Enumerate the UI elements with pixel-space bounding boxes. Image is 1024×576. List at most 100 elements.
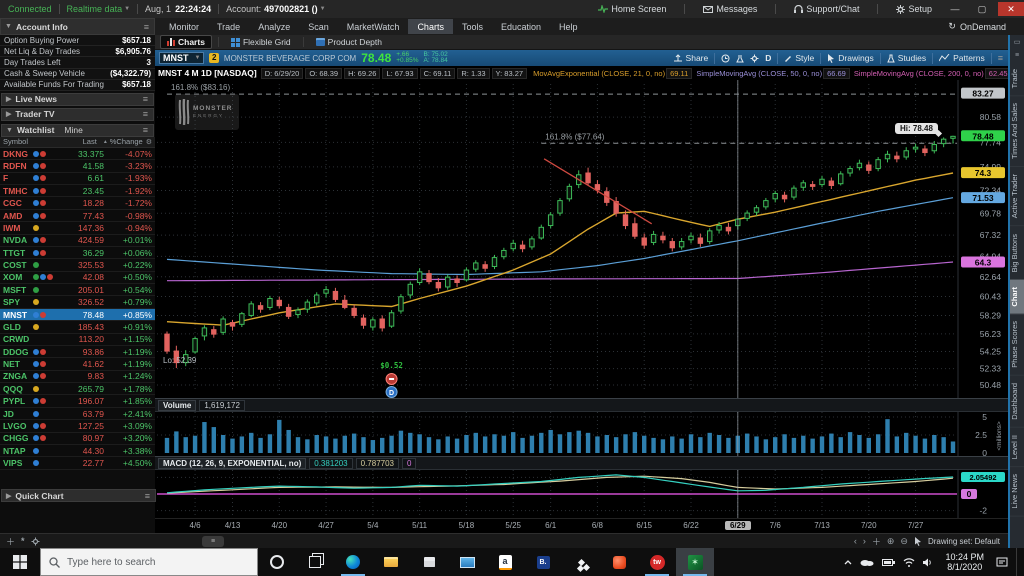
date-tick-5-18[interactable]: 5/18 [451,521,481,530]
watchlist-row-DDOG[interactable]: DDOG 93.86 +1.19% [0,345,155,359]
account-info-header[interactable]: ▼ Account Info ≡ [0,18,155,35]
watchlist-row-MSFT[interactable]: MSFT 205.01 +0.54% [0,284,155,297]
close-button[interactable]: ✕ [998,2,1024,16]
drawing-set-selector[interactable]: Drawing set: Default [928,537,1000,546]
menu-icon[interactable]: ≡ [998,53,1004,63]
date-tick-7-6[interactable]: 7/6 [760,521,790,530]
date-tick-6-15[interactable]: 6/15 [629,521,659,530]
onedrive-icon[interactable] [860,558,874,566]
menu-item-scan[interactable]: Scan [299,19,338,34]
trader-tv-section[interactable]: ▶ Trader TV ≡ [1,107,154,121]
drawings-button[interactable]: Drawings [827,53,874,63]
watchlist-row-XOM[interactable]: XOM 42.08 +0.50% [0,271,155,285]
favorites-icon[interactable]: * [21,536,25,546]
minimize-button[interactable]: — [944,2,966,16]
live-news-section[interactable]: ▶ Live News ≡ [1,92,154,106]
charts-tab[interactable]: Charts [160,35,212,49]
support-chat-button[interactable]: Support/Chat [787,4,866,14]
zoom-in-icon[interactable]: ⊕ [887,536,895,547]
home-screen-button[interactable]: Home Screen [591,4,673,14]
menu-icon[interactable]: ≡ [144,22,150,32]
volume-label[interactable]: Volume [158,399,197,411]
date-tick-4-20[interactable]: 4/20 [264,521,294,530]
menu-icon[interactable]: ≡ [145,491,151,501]
wifi-icon[interactable] [903,557,915,567]
ondemand-button[interactable]: ↻ OnDemand [948,18,1006,35]
date-tick-4-27[interactable]: 4/27 [311,521,341,530]
menu-icon[interactable]: ≡ [143,94,149,104]
task-view-icon[interactable] [296,548,334,576]
watchlist-row-PYPL[interactable]: PYPL 196.07 +1.85% [0,395,155,408]
right-tab-phase-scores[interactable]: Phase Scores [1010,314,1024,377]
battery-icon[interactable] [882,558,896,566]
right-tab-chart[interactable]: Chart [1010,279,1024,315]
right-tab-dashboard[interactable]: Dashboard [1010,376,1024,428]
product-depth-tab[interactable]: Product Depth [310,36,388,48]
right-tab-live-news[interactable]: Live News [1010,467,1024,517]
amazon-icon[interactable] [486,548,524,576]
candlestick-canvas[interactable]: 161.8% ($83.16) 161.8% ($77.64) $0.52 D 80.5… [155,80,1008,398]
layout-icon[interactable]: ▭ [1014,38,1021,46]
column-change[interactable]: %Change [110,137,143,146]
date-tick-4-13[interactable]: 4/13 [218,521,248,530]
dropbox-icon[interactable] [562,548,600,576]
date-tick-7-27[interactable]: 7/27 [901,521,931,530]
date-tick-5-25[interactable]: 5/25 [498,521,528,530]
watchlist-row-LVGO[interactable]: LVGO 127.25 +3.09% [0,420,155,433]
patterns-button[interactable]: Patterns [939,53,985,63]
right-tab-level-ii[interactable]: Level II [1010,427,1024,468]
date-tick-7-20[interactable]: 7/20 [854,521,884,530]
date-axis[interactable]: 4/6 4/13 4/20 4/27 5/4 5/11 5/18 5/25 6/1 6/8 6/15… [155,518,1008,533]
splitter-handle[interactable]: ≡ [202,536,224,547]
menu-item-charts[interactable]: Charts [408,19,453,34]
watchlist-name-dropdown[interactable]: Mine [64,125,82,135]
watchlist-row-VIPS[interactable]: VIPS 22.77 +4.50% [0,457,155,470]
symbol-input[interactable]: MNST ▼ [159,52,205,64]
alerts-badge[interactable]: 2 [209,53,219,63]
date-tick-7-13[interactable]: 7/13 [807,521,837,530]
watchlist-row-RDFN[interactable]: RDFN 41.58 -3.23% [0,160,155,173]
menu-item-trade[interactable]: Trade [208,19,249,34]
watchlist-row-NVDA[interactable]: NVDA 424.59 +0.01% [0,234,155,247]
cortana-icon[interactable] [258,548,296,576]
watchlist-row-DKNG[interactable]: DKNG 33.375 -4.07% [0,147,155,161]
thinkorswim-icon[interactable] [676,548,714,576]
speaker-icon[interactable] [923,558,933,567]
watchlist-row-CRWD[interactable]: CRWD 113.20 +1.15% [0,333,155,346]
add-button[interactable]: ＋ [6,535,15,548]
start-button[interactable] [0,548,40,576]
account-number[interactable]: 497002821 () [264,4,318,14]
date-tick-6-29[interactable]: 6/29 [724,521,751,530]
column-symbol[interactable]: Symbol [3,137,48,146]
date-tick-5-11[interactable]: 5/11 [405,521,435,530]
menu-item-analyze[interactable]: Analyze [249,19,299,34]
volume-canvas[interactable]: 5 2.5 0 <millions> [155,412,1008,456]
messages-button[interactable]: Messages [696,4,764,14]
gear-icon[interactable]: ⚙ [146,138,152,146]
flexible-grid-tab[interactable]: Flexible Grid [225,36,297,48]
macd-label[interactable]: MACD (12, 26, 9, EXPONENTIAL, no) [158,457,307,469]
watchlist-row-ZNGA[interactable]: ZNGA 9.83 +1.24% [0,370,155,384]
store-icon[interactable] [410,548,448,576]
price-chart[interactable]: 161.8% ($83.16) 161.8% ($77.64) $0.52 D 80.5… [155,80,1008,398]
right-tab-times-and-sales[interactable]: Times And Sales [1010,96,1024,168]
pan-left-icon[interactable]: ‹ [854,536,857,546]
events-button[interactable] [721,54,730,63]
menu-icon[interactable]: ≡ [1015,52,1019,59]
realtime-status[interactable]: Realtime data [67,4,123,14]
menu-item-help[interactable]: Help [550,19,587,34]
menu-icon[interactable]: ≡ [143,109,149,119]
watchlist-row-JD[interactable]: JD 63.79 +2.41% [0,407,155,421]
quick-chart-section[interactable]: ▶ Quick Chart ≡ [1,489,156,502]
zoom-out-icon[interactable]: ⊖ [900,536,908,547]
right-tab-big-buttons[interactable]: Big Buttons [1010,226,1024,280]
cursor-icon[interactable] [914,536,922,546]
right-tab-active-trader[interactable]: Active Trader [1010,167,1024,227]
settings-button[interactable] [750,54,759,63]
date-tick-6-1[interactable]: 6/1 [536,521,566,530]
share-button[interactable]: Share [673,53,708,63]
watchlist-row-F[interactable]: F 6.61 -1.93% [0,172,155,186]
date-tick-5-4[interactable]: 5/4 [358,521,388,530]
menu-item-monitor[interactable]: Monitor [160,19,208,34]
date-tick-6-8[interactable]: 6/8 [582,521,612,530]
